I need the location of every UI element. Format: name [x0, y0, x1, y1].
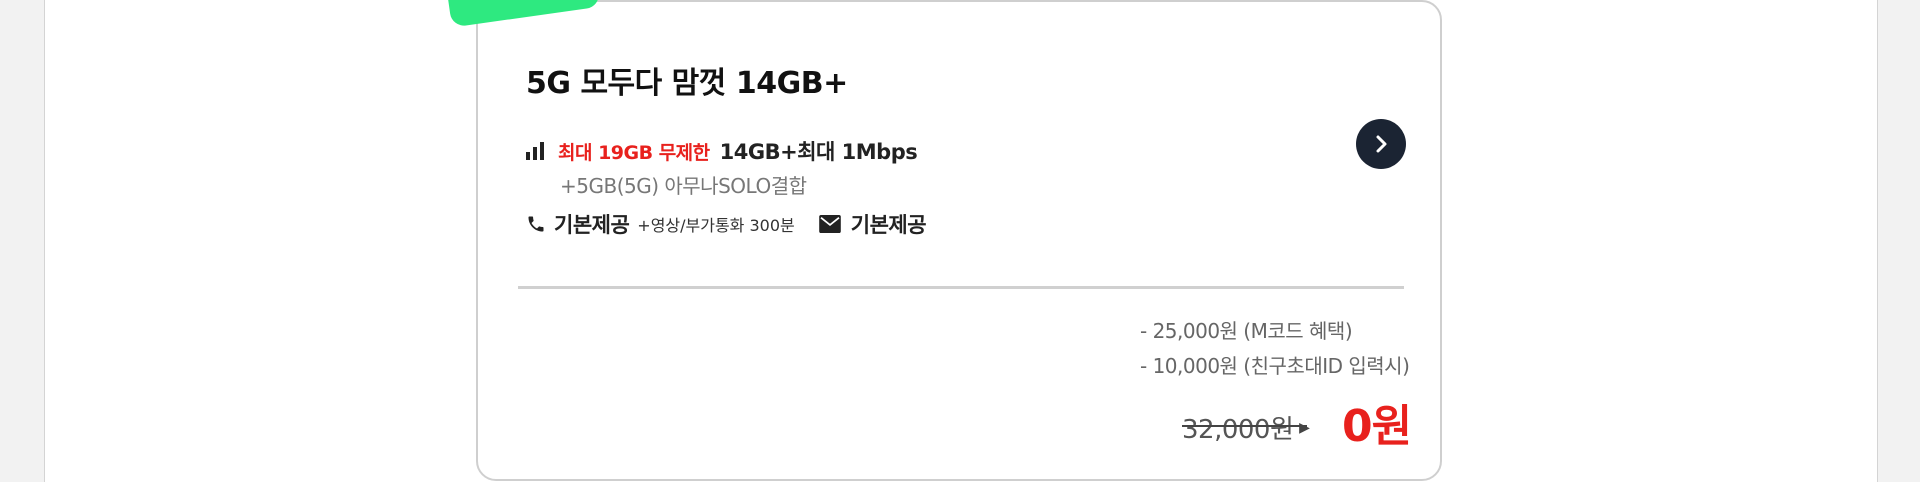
- discount-mcode: - 25,000원 (M코드 혜택): [1140, 319, 1353, 343]
- plan-title: 5G 모두다 맘껏 14GB+: [526, 66, 848, 101]
- signal-bars-icon: [526, 142, 544, 160]
- final-price: 0원: [1342, 401, 1412, 452]
- arrow-right-icon: ▶: [1299, 420, 1310, 436]
- plan-detail-button[interactable]: [1356, 119, 1406, 169]
- original-price-value: 32,000원: [1182, 415, 1294, 445]
- mail-icon: [818, 215, 841, 233]
- data-allowance: 14GB+최대 1Mbps: [719, 140, 918, 164]
- service-row: 기본제공 +영상/부가통화 300분 기본제공: [526, 210, 927, 238]
- chevron-right-icon: [1376, 135, 1387, 153]
- sms-label: 기본제공: [850, 213, 927, 237]
- card-divider: [518, 286, 1404, 289]
- discount-friend-invite: - 10,000원 (친구초대ID 입력시): [1140, 354, 1410, 378]
- data-row: 최대 19GB 무제한 14GB+최대 1Mbps: [526, 138, 918, 164]
- call-extra: +영상/부가통화 300분: [637, 216, 795, 235]
- original-price: 32,000원 ▶: [1182, 409, 1310, 446]
- strikethrough-line: [1182, 425, 1308, 427]
- call-label: 기본제공: [554, 213, 630, 237]
- phone-icon: [528, 216, 544, 232]
- data-highlight: 최대 19GB 무제한: [558, 141, 710, 164]
- data-bonus: +5GB(5G) 아무나SOLO결합: [560, 174, 807, 198]
